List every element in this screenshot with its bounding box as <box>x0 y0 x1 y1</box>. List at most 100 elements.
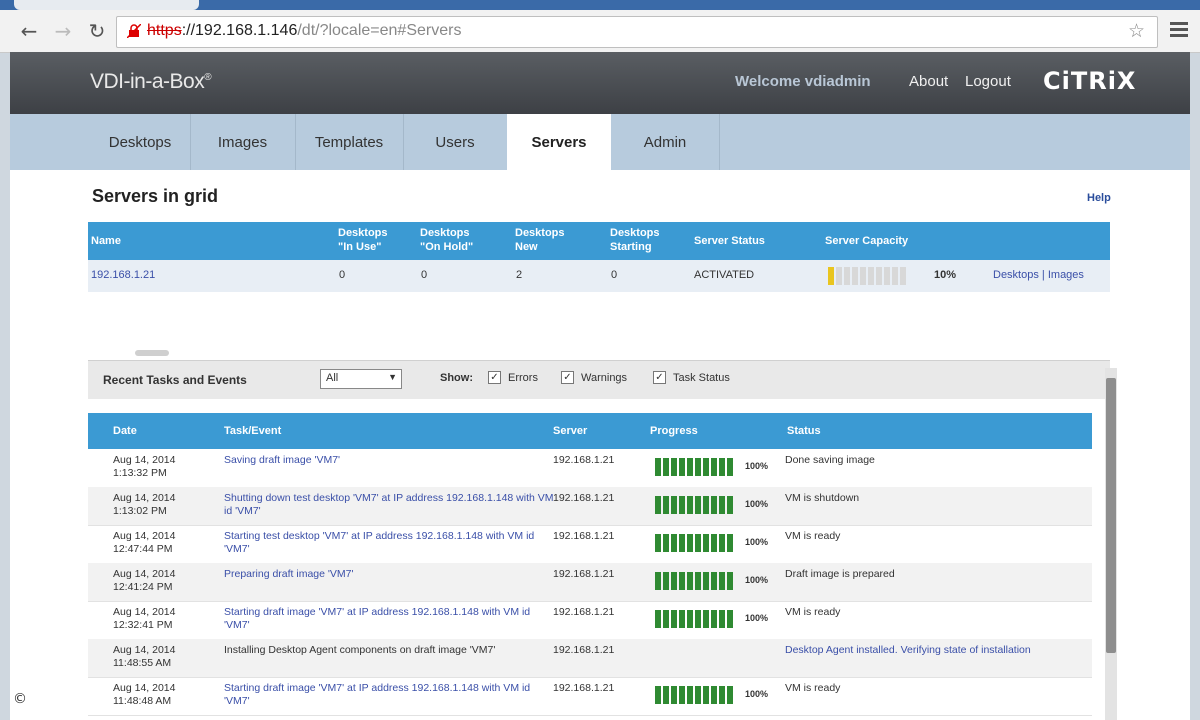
browser-tab[interactable] <box>14 0 199 10</box>
event-date-day: Aug 14, 2014 <box>113 606 176 618</box>
progress-segment <box>679 496 685 514</box>
event-filter-select[interactable]: All ▼ <box>320 369 402 389</box>
progress-segment <box>679 572 685 590</box>
about-link[interactable]: About <box>909 73 948 90</box>
event-date: Aug 14, 2014 12:47:44 PM <box>113 530 175 556</box>
event-row[interactable]: Aug 14, 2014 1:13:32 PM Saving draft image… <box>88 449 1092 488</box>
event-server: 192.168.1.21 <box>553 530 615 542</box>
capacity-bar <box>828 267 908 285</box>
dropdown-arrow-icon: ▼ <box>388 372 397 382</box>
back-arrow-icon[interactable]: ← <box>16 18 42 44</box>
server-name-link[interactable]: 192.168.1.21 <box>91 269 155 281</box>
progress-segment <box>655 534 661 552</box>
desktops-link[interactable]: Desktops <box>993 269 1039 281</box>
forward-arrow-icon[interactable]: → <box>50 18 76 44</box>
brand-mark: ® <box>204 72 212 83</box>
url-host: ://192.168.1.146 <box>181 22 298 39</box>
progress-segment <box>679 686 685 704</box>
event-status: VM is ready <box>785 682 841 694</box>
tab-servers[interactable]: Servers <box>507 114 611 170</box>
event-row[interactable]: Aug 14, 2014 12:32:41 PM Starting draft im… <box>88 601 1092 640</box>
event-task: Installing Desktop Agent components on d… <box>224 644 496 656</box>
warnings-checkbox[interactable]: ✓ <box>561 371 574 384</box>
progress-segment <box>655 496 661 514</box>
tab-desktops[interactable]: Desktops <box>90 114 191 170</box>
event-filter-value: All <box>326 372 339 384</box>
reload-icon[interactable]: ↻ <box>84 18 110 44</box>
events-table-header: Date Task/Event Server Progress Status <box>88 413 1092 449</box>
images-link[interactable]: Images <box>1048 269 1084 281</box>
event-status: VM is ready <box>785 530 841 542</box>
progress-segment <box>711 610 717 628</box>
help-link[interactable]: Help <box>1087 192 1111 204</box>
progress-segment <box>719 610 725 628</box>
logout-link[interactable]: Logout <box>965 73 1011 90</box>
event-row[interactable]: Aug 14, 2014 11:48:48 AM Starting draft im… <box>88 677 1092 716</box>
event-task[interactable]: Saving draft image 'VM7' <box>224 454 554 467</box>
progress-segment <box>727 534 733 552</box>
event-task[interactable]: Shutting down test desktop 'VM7' at IP a… <box>224 492 554 518</box>
url-text: https://192.168.1.146/dt/?locale=en#Serv… <box>147 22 461 40</box>
tab-images[interactable]: Images <box>190 114 296 170</box>
event-task[interactable]: Starting draft image 'VM7' at IP address… <box>224 682 554 708</box>
progress-segment <box>703 534 709 552</box>
event-date-time: 12:41:24 PM <box>113 581 173 593</box>
server-row[interactable]: 192.168.1.21 0 0 2 0 ACTIVATED 10% Deskt… <box>88 260 1110 292</box>
warnings-label: Warnings <box>581 372 628 384</box>
event-date-time: 11:48:55 AM <box>113 657 172 669</box>
progress-segment <box>719 572 725 590</box>
tab-users[interactable]: Users <box>403 114 508 170</box>
progress-bar <box>655 496 733 514</box>
event-task[interactable]: Starting test desktop 'VM7' at IP addres… <box>224 530 554 556</box>
event-row[interactable]: Aug 14, 2014 1:13:02 PM Shutting down test… <box>88 487 1092 526</box>
errors-checkbox[interactable]: ✓ <box>488 371 501 384</box>
col-on-hold: Desktops "On Hold" <box>420 226 473 254</box>
event-row[interactable]: Aug 14, 2014 12:41:24 PM Preparing draft i… <box>88 563 1092 602</box>
progress-segment <box>727 496 733 514</box>
col-server-status: Server Status <box>694 235 765 247</box>
server-in-use: 0 <box>339 269 346 281</box>
col-new-line1: Desktops <box>515 227 565 239</box>
resize-handle[interactable] <box>135 350 169 356</box>
progress-segment <box>719 496 725 514</box>
event-date-time: 1:13:02 PM <box>113 505 167 517</box>
capacity-segment <box>868 267 874 285</box>
bookmark-star-icon[interactable]: ☆ <box>1128 20 1145 42</box>
task-status-checkbox[interactable]: ✓ <box>653 371 666 384</box>
citrix-logo: CiTRiX <box>1043 67 1137 95</box>
event-status[interactable]: Desktop Agent installed. Verifying state… <box>785 644 1031 656</box>
tab-admin[interactable]: Admin <box>611 114 720 170</box>
progress-segment <box>663 610 669 628</box>
progress-bar <box>655 572 733 590</box>
event-date: Aug 14, 2014 1:13:02 PM <box>113 492 175 518</box>
event-row[interactable]: Aug 14, 2014 11:48:55 AM Installing Deskto… <box>88 639 1092 678</box>
progress-percent: 100% <box>745 537 769 547</box>
progress-segment <box>679 534 685 552</box>
progress-percent: 100% <box>745 689 769 699</box>
event-server: 192.168.1.21 <box>553 454 615 466</box>
event-task[interactable]: Starting draft image 'VM7' at IP address… <box>224 606 554 632</box>
progress-segment <box>663 534 669 552</box>
progress-segment <box>727 686 733 704</box>
servers-table-header: Name Desktops "In Use" Desktops "On Hold" … <box>88 222 1110 260</box>
event-date: Aug 14, 2014 11:48:55 AM <box>113 644 175 670</box>
col-in-use-line2: "In Use" <box>338 241 382 253</box>
address-bar[interactable]: https://192.168.1.146/dt/?locale=en#Serv… <box>116 16 1158 48</box>
event-task[interactable]: Preparing draft image 'VM7' <box>224 568 554 581</box>
progress-segment <box>663 686 669 704</box>
tab-templates[interactable]: Templates <box>295 114 404 170</box>
progress-segment <box>671 534 677 552</box>
url-path: /dt/?locale=en#Servers <box>297 22 462 39</box>
event-row[interactable]: Aug 14, 2014 12:47:44 PM Starting test des… <box>88 525 1092 564</box>
capacity-segment <box>900 267 906 285</box>
event-date: Aug 14, 2014 12:41:24 PM <box>113 568 175 594</box>
progress-segment <box>663 496 669 514</box>
events-scrollbar[interactable] <box>1105 368 1117 720</box>
progress-segment <box>663 458 669 476</box>
progress-segment <box>695 458 701 476</box>
col-name: Name <box>91 235 121 247</box>
progress-segment <box>687 534 693 552</box>
scrollbar-thumb[interactable] <box>1106 378 1116 653</box>
browser-menu-icon[interactable] <box>1170 22 1188 40</box>
event-date-day: Aug 14, 2014 <box>113 644 176 656</box>
